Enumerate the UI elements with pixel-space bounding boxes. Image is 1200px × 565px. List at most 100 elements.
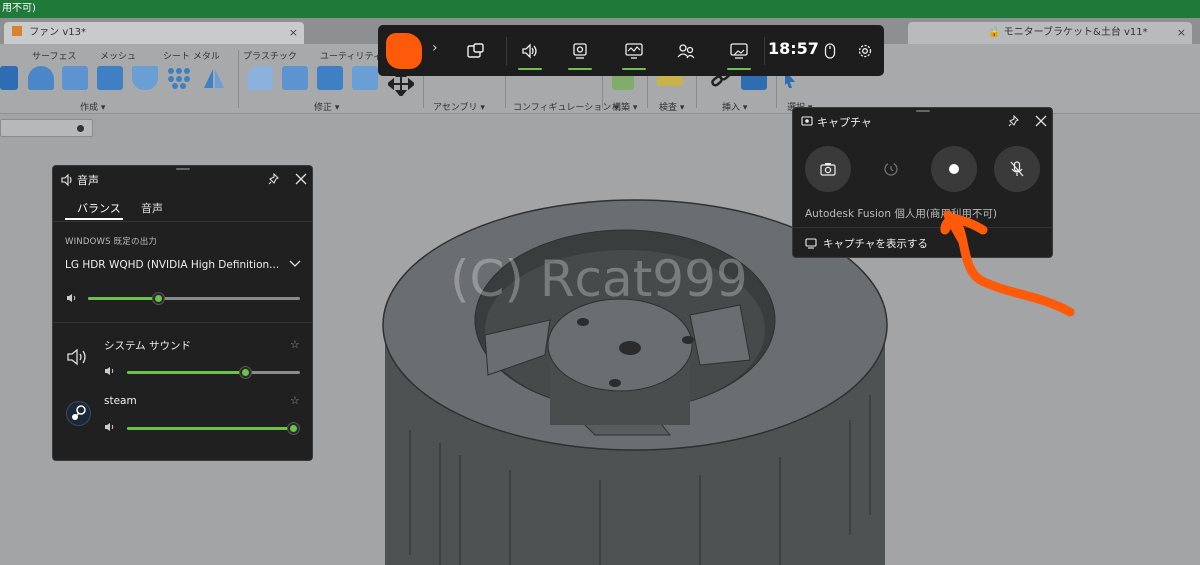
collapse-icon[interactable] — [77, 125, 84, 132]
widget-header: キャプチャ — [793, 108, 1052, 134]
slider-thumb[interactable] — [151, 292, 165, 305]
slider-fill — [127, 371, 245, 374]
slider-fill — [88, 297, 158, 300]
performance-icon — [625, 43, 643, 59]
active-indicator — [568, 68, 592, 70]
slider-thumb[interactable] — [238, 366, 252, 379]
gallery-widget-button[interactable] — [719, 34, 759, 70]
master-volume-slider[interactable] — [88, 292, 300, 305]
group-insert[interactable]: 挿入 ▾ — [722, 100, 747, 113]
window-title-fragment: 用不可) — [2, 3, 36, 14]
app-name-system-sounds: システム サウンド — [104, 340, 192, 352]
app-volume-slider-system-sounds[interactable] — [127, 366, 300, 379]
steam-icon — [66, 401, 91, 426]
widget-header: 音声 — [53, 166, 312, 192]
scale-icon[interactable] — [352, 66, 378, 90]
tab-balance[interactable]: バランス — [77, 200, 121, 216]
document-tab-label: ファン v13* — [29, 27, 87, 38]
slider-thumb[interactable] — [287, 422, 300, 435]
capture-widget-button[interactable] — [560, 34, 600, 70]
ribbon-tab-surface[interactable]: サーフェス — [32, 49, 76, 62]
tab-close-icon[interactable]: × — [1177, 22, 1186, 44]
audio-title: 音声 — [77, 174, 99, 187]
hole-icon[interactable] — [62, 66, 88, 90]
show-captures-label: キャプチャを表示する — [823, 238, 928, 250]
settings-button[interactable] — [845, 34, 885, 68]
app-name-steam: steam — [104, 395, 137, 407]
volume-icon[interactable] — [104, 366, 116, 376]
group-construct[interactable]: 構築 ▾ — [612, 100, 637, 113]
output-device-select[interactable]: LG HDR WQHD (NVIDIA High Definition... — [65, 259, 280, 271]
pattern-icon[interactable] — [166, 66, 192, 90]
screenshot-icon — [820, 163, 836, 176]
record-button[interactable] — [931, 146, 977, 192]
create-sketch-icon[interactable] — [0, 66, 18, 90]
ribbon-tab-plastic[interactable]: プラスチック — [243, 49, 297, 62]
combine-icon[interactable] — [317, 66, 343, 90]
separator — [506, 37, 507, 65]
audio-icon — [522, 43, 537, 59]
slider-fill — [127, 427, 293, 430]
ribbon-tab-mesh[interactable]: メッシュ — [100, 49, 136, 62]
game-bar: › 18:57 — [378, 25, 884, 76]
app-volume-slider-steam[interactable] — [127, 422, 300, 435]
pin-icon[interactable] — [1006, 113, 1022, 129]
audio-widget-button[interactable] — [510, 34, 550, 70]
part-icon — [12, 26, 22, 36]
document-tab-bracket[interactable]: 🔒 モニターブラケット&土台 v11* × — [908, 22, 1192, 44]
widget-title: 音声 — [61, 172, 99, 188]
ribbon-tab-sheet-metal[interactable]: シート メタル — [163, 49, 220, 62]
tab-close-icon[interactable]: × — [289, 22, 298, 44]
capture-title: キャプチャ — [817, 116, 872, 129]
audio-widget: 音声 バランス 音声 WINDOWS 既定の出力 LG HDR WQHD (NV… — [52, 165, 313, 461]
performance-widget-button[interactable] — [614, 34, 654, 70]
favorite-star-icon[interactable]: ☆ — [290, 394, 300, 407]
group-create[interactable]: 作成 ▾ — [80, 100, 105, 113]
favorite-star-icon[interactable]: ☆ — [290, 338, 300, 351]
document-tab-label: 🔒 モニターブラケット&土台 v11* — [988, 27, 1148, 38]
tab-audio[interactable]: 音声 — [141, 200, 163, 216]
mouse-button[interactable] — [810, 34, 850, 68]
record-icon — [949, 164, 959, 174]
revolve-icon[interactable] — [28, 66, 54, 90]
volume-icon[interactable] — [66, 293, 78, 303]
close-icon[interactable] — [293, 171, 309, 187]
active-tab-indicator — [65, 218, 123, 220]
screen: 用不可) ファン v13* × 🔒 モニターブラケット&土台 v11* × サー… — [0, 0, 1200, 565]
mouse-icon — [824, 43, 836, 59]
widget-menu-button[interactable] — [456, 34, 496, 68]
group-assemble[interactable]: アセンブリ ▾ — [433, 100, 485, 113]
mic-toggle-button[interactable] — [994, 146, 1040, 192]
screenshot-button[interactable] — [805, 146, 851, 192]
ribbon-tab-utility[interactable]: ユーティリティ — [320, 49, 382, 62]
record-last-button[interactable] — [868, 146, 914, 192]
mirror-icon[interactable] — [201, 66, 227, 90]
browser-collapse-bar[interactable] — [0, 119, 93, 137]
speaker-icon — [61, 174, 72, 186]
close-icon[interactable] — [1033, 113, 1049, 129]
shell-icon[interactable] — [132, 66, 158, 90]
xbox-social-button[interactable] — [666, 34, 706, 68]
mic-off-icon — [1010, 161, 1024, 177]
active-indicator — [622, 68, 646, 70]
settings-icon — [858, 44, 872, 58]
redacted-logo-icon[interactable] — [386, 33, 422, 69]
capture-small-icon — [801, 116, 813, 126]
record-last-icon — [884, 162, 898, 176]
volume-icon[interactable] — [104, 422, 116, 432]
gallery-icon — [730, 43, 748, 59]
press-pull-icon[interactable] — [282, 66, 308, 90]
document-tab-fan[interactable]: ファン v13* × — [4, 22, 304, 44]
widget-title: キャプチャ — [801, 114, 872, 130]
show-captures-link[interactable]: キャプチャを表示する — [805, 236, 928, 251]
gallery-icon — [805, 238, 817, 249]
default-output-caption: WINDOWS 既定の出力 — [65, 237, 158, 247]
expand-chevron-icon[interactable]: › — [432, 40, 438, 56]
group-modify[interactable]: 修正 ▾ — [314, 100, 339, 113]
fillet-icon[interactable] — [247, 66, 273, 90]
chevron-down-icon[interactable] — [289, 260, 301, 268]
pin-icon[interactable] — [266, 171, 282, 187]
active-indicator — [727, 68, 751, 70]
shape-icon[interactable] — [97, 66, 123, 90]
group-inspect[interactable]: 検査 ▾ — [659, 100, 684, 113]
